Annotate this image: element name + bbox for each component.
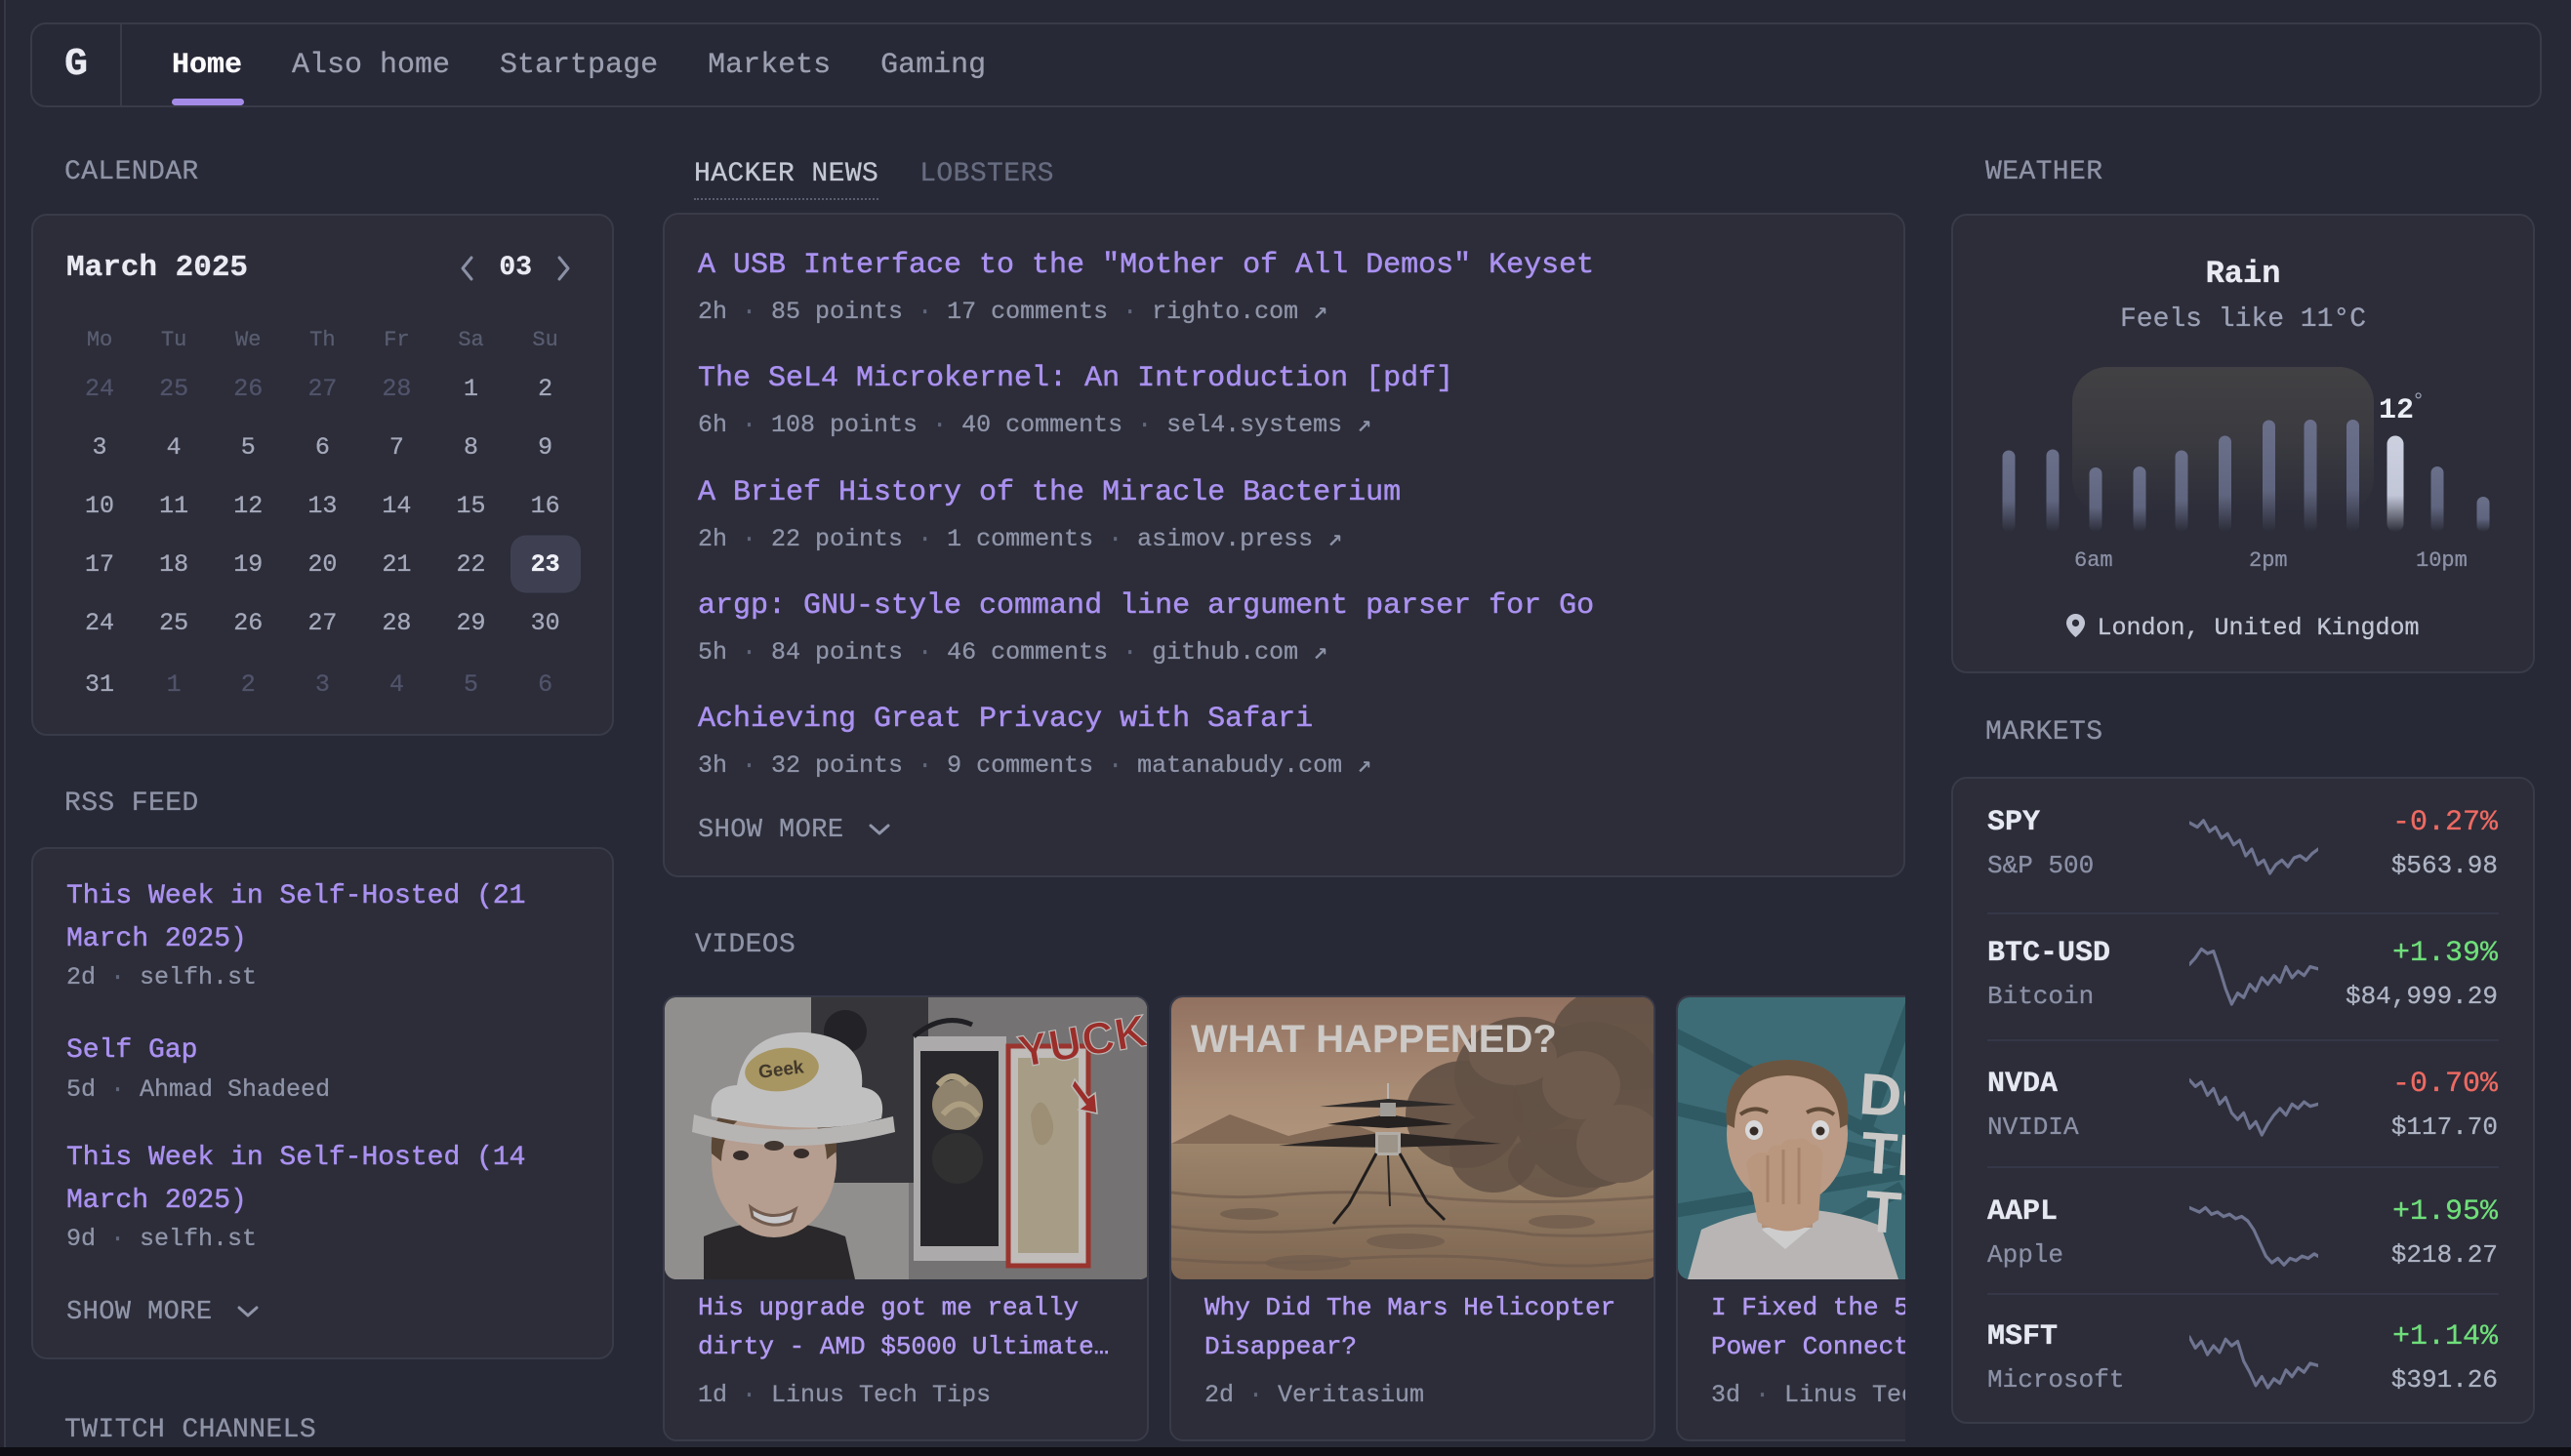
svg-text:°: ° (2412, 389, 2425, 414)
svg-text:12: 12 (2379, 394, 2414, 427)
